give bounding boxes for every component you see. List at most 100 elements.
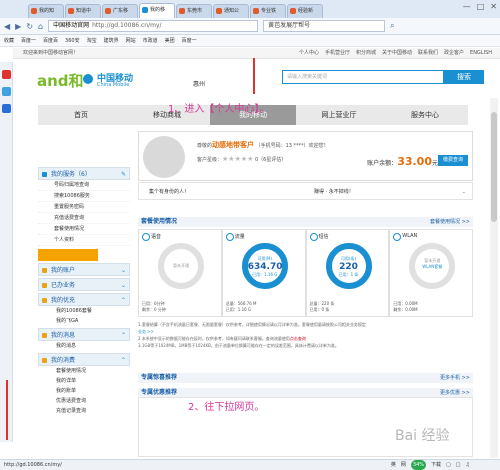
top-link[interactable]: ENGLISH	[470, 48, 492, 59]
usage-card-wlan[interactable]: WLAN 暂未开通 WLAN套餐 已用：0.00M 剩余：0.00M	[389, 229, 473, 317]
menu-my-services[interactable]: 我的服务（6） ✎	[38, 167, 130, 180]
data-remaining: 634.70	[247, 262, 283, 272]
top-link[interactable]: 手机营业厅	[325, 48, 350, 59]
notice-link[interactable]: 业务 >>	[138, 328, 473, 335]
browser-tab[interactable]: 广东移	[102, 4, 138, 18]
more-phones-link[interactable]: 更多手机 >>	[440, 373, 470, 383]
memory-usage-badge[interactable]: 34%	[410, 460, 427, 470]
menu-item[interactable]: 号码归属地查询	[38, 180, 130, 191]
nav-service[interactable]: 服务中心	[382, 105, 468, 125]
favorite-item[interactable]: 建筑界	[104, 37, 119, 44]
nav-home[interactable]: 首页	[38, 105, 124, 125]
top-link[interactable]: 政企客户	[444, 48, 464, 59]
menu-group[interactable]: 我的账户 ⌄	[38, 263, 130, 276]
weibo-icon[interactable]	[2, 70, 11, 79]
favorite-item[interactable]: 美团	[165, 37, 175, 44]
favorite-item[interactable]: 百度百	[43, 37, 58, 44]
window-icon[interactable]: □	[456, 460, 461, 470]
top-link[interactable]: 积分商城	[356, 48, 376, 59]
menu-group[interactable]: 我的消息 ⌃	[38, 328, 130, 341]
pay-query-button[interactable]: 缴费查询	[438, 155, 468, 166]
window-controls: — □ ✕	[463, 2, 497, 11]
menu-group[interactable]: 已办业务 ⌄	[38, 278, 130, 291]
chevron-down-icon[interactable]: ⌄	[462, 183, 466, 201]
browser-tab[interactable]: 经验新	[287, 4, 323, 18]
menu-item[interactable]: 重置服务密码	[38, 202, 130, 213]
sound-icon[interactable]: ♫	[466, 460, 470, 470]
promo-banner[interactable]	[38, 249, 98, 261]
search-icon[interactable]: ⌕	[390, 21, 394, 31]
usage-more-link[interactable]: 套餐使用情况 >>	[430, 217, 470, 227]
refresh-icon[interactable]: ↻	[26, 22, 33, 31]
favorite-item[interactable]: 收藏	[4, 37, 14, 44]
nav-online-hall[interactable]: 网上营业厅	[296, 105, 382, 125]
maximize-icon[interactable]: □	[477, 2, 485, 11]
personal-center-link[interactable]: 个人中心	[299, 48, 319, 59]
favorite-item[interactable]: 网站	[126, 37, 136, 44]
screen-icon[interactable]: ▢	[446, 460, 451, 470]
browser-tab[interactable]: 专业铁	[250, 4, 286, 18]
submenu-item[interactable]: 我的消息	[38, 341, 130, 351]
page-scrollbar[interactable]	[490, 98, 498, 458]
chevron-up-icon: ⌃	[120, 297, 126, 304]
note-right[interactable]: 赚得 · 永不掉线！	[314, 183, 354, 201]
browser-tab[interactable]: 通知公	[213, 4, 249, 18]
menu-item[interactable]: 充值话费查询	[38, 213, 130, 224]
welcome-text: 欢迎来到中国移动官网！	[23, 50, 79, 56]
url-site-label: 中国移动官网	[53, 22, 90, 29]
tab-favicon-icon	[31, 8, 37, 14]
site-search-input[interactable]: 请输入搜索关键词	[282, 70, 444, 84]
edit-icon[interactable]: ✎	[121, 168, 126, 181]
ime-icon[interactable]: 英	[391, 460, 396, 470]
back-icon[interactable]: ◀	[4, 22, 10, 31]
usage-card-sms[interactable]: 短信 可用(条) 220 已用：1 条 总量：220 条已用：0 条	[305, 229, 390, 317]
forward-icon[interactable]: ▶	[15, 22, 21, 31]
favorite-item[interactable]: 360安	[65, 37, 80, 44]
usage-card-data[interactable]: 流量 可用(M) 634.70 已用：1.16 G 总量：566.76 M 已用：…	[221, 229, 306, 317]
card-title: WLAN	[390, 230, 472, 241]
app-icon[interactable]	[2, 104, 11, 113]
submenu-item[interactable]: 套餐使用情况	[38, 366, 130, 376]
menu-group[interactable]: 我的消费 ⌃	[38, 353, 130, 366]
network-icon[interactable]: 网	[401, 460, 406, 470]
favorite-item[interactable]: 市政道	[143, 37, 158, 44]
top-link[interactable]: 关于中国移动	[382, 48, 412, 59]
browser-tab[interactable]: 知道中	[65, 4, 101, 18]
url-input[interactable]: 中国移动官网 http://gd.10086.cn/my/	[48, 20, 259, 32]
menu-item[interactable]: 个人资料	[38, 235, 130, 246]
browser-tab-active[interactable]: 我的移	[139, 3, 175, 18]
minimize-icon[interactable]: —	[463, 2, 471, 11]
notice-query-link[interactable]: 点击查询	[290, 336, 306, 341]
submenu-item[interactable]: 我的10086套餐	[38, 306, 130, 316]
submenu-item[interactable]: 我的详单	[38, 376, 130, 386]
submenu-item[interactable]: 优惠话费查询	[38, 396, 130, 406]
menu-group[interactable]: 我的优充 ⌃	[38, 293, 130, 306]
usage-notice: 1.套餐结算（不含手机流量日套餐、无限量套餐）仅供参考，详细使用情况请以月详单为…	[138, 321, 473, 349]
top-link[interactable]: 联系我们	[418, 48, 438, 59]
browser-search-input[interactable]: 黄芭发展厅帮号	[263, 20, 386, 32]
card-title: 语音	[139, 230, 221, 241]
close-icon[interactable]: ✕	[490, 2, 497, 11]
usage-card-voice[interactable]: 语音 暂未开通 已用：0分钟 剩余：0 分钟	[138, 229, 222, 317]
submenu-item[interactable]: 我的账单	[38, 386, 130, 396]
and-logo[interactable]: and和	[37, 70, 84, 91]
tab-favicon-icon	[290, 8, 296, 14]
browser-tab[interactable]: 东莞市	[176, 4, 212, 18]
city-selector[interactable]: 惠州	[193, 79, 205, 88]
search-button[interactable]: 搜索	[444, 70, 484, 84]
submenu-item[interactable]: 我的飞GA	[38, 316, 130, 326]
scroll-thumb[interactable]	[491, 112, 497, 222]
note-left[interactable]: 集个有身份的人！	[149, 183, 189, 201]
home-icon[interactable]: ⌂	[38, 22, 43, 31]
browser-tab[interactable]: 我的知	[28, 4, 64, 18]
tab-favicon-icon	[253, 8, 259, 14]
submenu-item[interactable]: 充值记录查询	[38, 406, 130, 416]
menu-item[interactable]: 套餐使用情况	[38, 224, 130, 235]
mail-icon[interactable]	[2, 87, 11, 96]
favorite-item[interactable]: 淘宝	[87, 37, 97, 44]
card-footer: 总量：220 条已用：0 条	[309, 301, 335, 312]
download-icon[interactable]: 下载	[431, 460, 441, 470]
favorite-item[interactable]: 百度一	[21, 37, 36, 44]
menu-item[interactable]: 搜索10086服务	[38, 191, 130, 202]
favorite-item[interactable]: 百度一	[182, 37, 197, 44]
